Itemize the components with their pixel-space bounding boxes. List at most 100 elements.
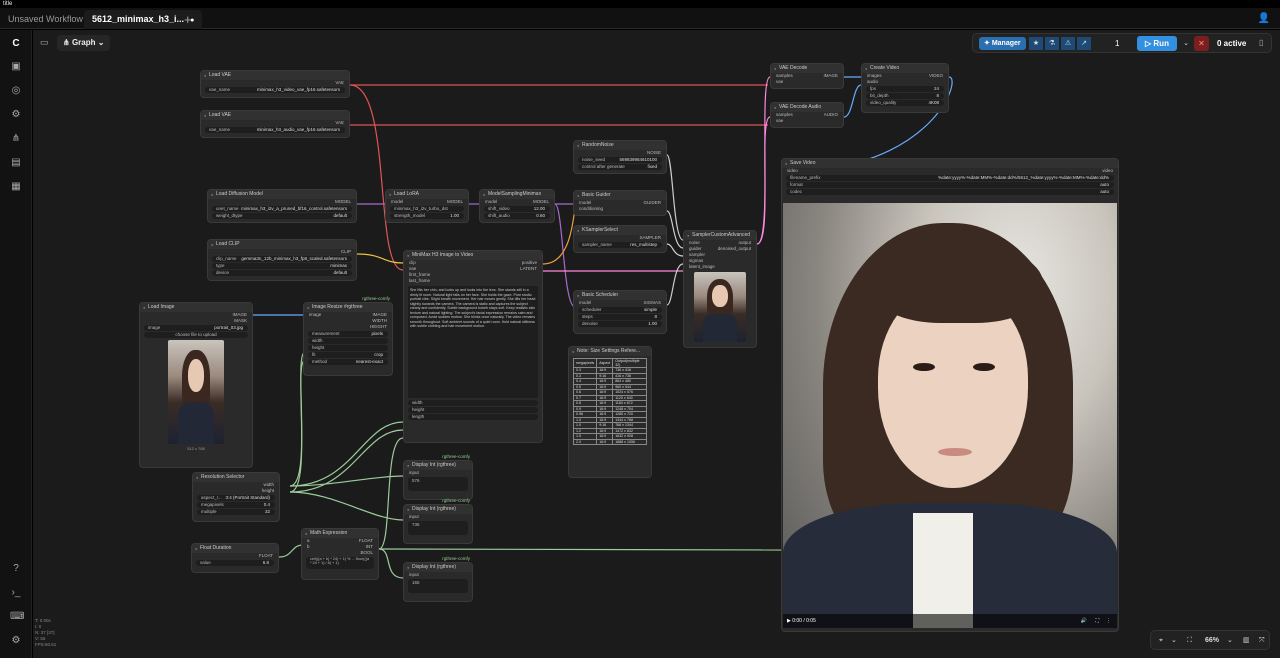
node-vae-decode[interactable]: VAE Decode samplesIMAGE vae	[770, 63, 844, 89]
lora-name-widget[interactable]: minimax_h3_i2v_turbo_dst	[390, 206, 464, 212]
node-ksampler-select[interactable]: KSamplerSelect SAMPLER sampler_name res_m…	[573, 225, 667, 253]
workflows-icon[interactable]: ⋔	[10, 133, 22, 145]
select-mode-icon[interactable]: ⌖	[1159, 631, 1163, 651]
comfy-logo-icon[interactable]: C	[10, 38, 22, 50]
node-math-expression[interactable]: Math Expression aFLOAT bINT BOOL ceil(((…	[301, 528, 379, 580]
model-library-icon[interactable]: ◎	[10, 85, 22, 97]
prompt-textarea[interactable]: She lifts her chin, and looks up and loo…	[408, 286, 538, 398]
steps-widget[interactable]: steps 8	[578, 314, 662, 320]
multiple-widget[interactable]: multiple 32	[197, 509, 275, 515]
queue-icon[interactable]: ▦	[10, 181, 22, 193]
image-widget[interactable]: image portrait_03.jpg	[144, 325, 248, 331]
user-icon[interactable]: 👤	[1258, 13, 1270, 24]
method-widget[interactable]: method nearest-exact	[308, 359, 388, 365]
width-widget[interactable]: width	[408, 400, 538, 406]
fullscreen-icon[interactable]: ⛶	[1095, 614, 1099, 628]
node-load-image[interactable]: Load Image IMAGE MASK imageportrait_03.j…	[139, 302, 253, 468]
measurement-widget[interactable]: measurement pixels	[308, 331, 388, 337]
noise-seed-widget[interactable]: noise_seed 569839984610100	[578, 157, 662, 163]
help-icon[interactable]: ?	[10, 563, 22, 575]
unet-name-widget[interactable]: unet_name minimax_h3_i2v_a_pruned_bf16_co…	[212, 206, 352, 212]
node-size-settings-note[interactable]: Note: Size Settings Refere... megapixels…	[568, 346, 652, 478]
codec-widget[interactable]: codec auto	[786, 189, 1114, 195]
shift-video-widget[interactable]: shift_video 12.00	[484, 206, 550, 212]
node-library-icon[interactable]: ⚙	[10, 109, 22, 121]
clip-device-widget[interactable]: device default	[212, 270, 352, 276]
node-resolution-selector[interactable]: Resolution Selector width height aspect_…	[192, 472, 280, 522]
active-queue-count[interactable]: 0 active	[1217, 37, 1246, 50]
vae-name-widget[interactable]: vae_name minimax_h3_audio_vae_fp16.safete…	[205, 127, 345, 133]
node-float-duration[interactable]: Float Duration FLOAT value 6.8	[191, 543, 279, 573]
clip-type-widget[interactable]: type minimax	[212, 263, 352, 269]
aspect-ratio-widget[interactable]: aspect_r... 3:4 (Portrait Standard)	[197, 495, 275, 501]
zoom-level[interactable]: 66%	[1205, 631, 1219, 651]
chevron-down-icon[interactable]: ⌄	[1171, 631, 1177, 651]
node-random-noise[interactable]: RandomNoise NOISE noise_seed 569839984610…	[573, 140, 667, 174]
vae-name-widget[interactable]: vae_name minimax_h3_video_vae_fp16.safete…	[205, 87, 345, 93]
keyboard-icon[interactable]: ⌨	[10, 611, 24, 623]
flask-icon[interactable]: ⚗	[1045, 37, 1059, 50]
height-widget[interactable]: height	[308, 345, 388, 351]
node-load-diffusion-model[interactable]: Load Diffusion Model MODEL unet_namemini…	[207, 189, 357, 223]
terminal-icon[interactable]: ›_	[10, 587, 22, 599]
node-load-vae-video[interactable]: Load VAE VAE vae_name minimax_h3_video_va…	[200, 70, 350, 98]
fit-widget[interactable]: fit crop	[308, 352, 388, 358]
chevron-down-icon[interactable]: ⌄	[1227, 631, 1233, 651]
link-visibility-icon[interactable]: ⤧	[1259, 631, 1265, 651]
right-panel-icon[interactable]: ▯	[1259, 38, 1263, 47]
node-basic-guider[interactable]: Basic Guider modelGUIDER conditioning	[573, 190, 667, 216]
fps-widget[interactable]: fps 24	[866, 86, 944, 92]
megapixels-widget[interactable]: megapixels 0.4	[197, 502, 275, 508]
node-image-resize[interactable]: rgthree-comfy Image Resize #rgthree imag…	[303, 296, 393, 376]
node-display-int-width[interactable]: rgthree-comfy Display Int (rgthree) inpu…	[403, 454, 473, 500]
graph-canvas[interactable]: ▭ ⋔ Graph ⌄ ✦ Manager ★ ⚗ ⚠ ↗ 1 ▷ Run ⌄ …	[33, 30, 1280, 658]
stop-button[interactable]: ✕	[1194, 36, 1209, 51]
value-widget[interactable]: value 6.8	[196, 560, 274, 566]
volume-icon[interactable]: 🔊	[1081, 614, 1087, 628]
denoise-widget[interactable]: denoise 1.00	[578, 321, 662, 327]
share-icon[interactable]: ↗	[1077, 37, 1091, 50]
templates-icon[interactable]: ▤	[10, 157, 22, 169]
node-display-int-height[interactable]: rgthree-comfy Display Int (rgthree) inpu…	[403, 498, 473, 544]
weight-dtype-widget[interactable]: weight_dtype default	[212, 213, 352, 219]
bit-depth-widget[interactable]: bit_depth 8	[866, 93, 944, 99]
minimap-icon[interactable]: ▥	[1243, 631, 1250, 651]
more-options-icon[interactable]: ⋮	[1106, 614, 1111, 628]
node-display-int-length[interactable]: rgthree-comfy Display Int (rgthree) inpu…	[403, 556, 473, 602]
node-vae-decode-audio[interactable]: VAE Decode Audio samplesAUDIO vae	[770, 102, 844, 128]
node-basic-scheduler[interactable]: Basic Scheduler model SIGMAS scheduler sim…	[573, 290, 667, 334]
upload-button[interactable]: choose file to upload	[144, 332, 248, 338]
video-quality-widget[interactable]: video_quality 4K08	[866, 100, 944, 106]
node-load-clip[interactable]: Load CLIP CLIP clip_name gemma3n_12b_mini…	[207, 239, 357, 281]
scheduler-widget[interactable]: scheduler simple	[578, 307, 662, 313]
shift-audio-widget[interactable]: shift_audio 0.60	[484, 213, 550, 219]
new-tab-icon[interactable]: +	[184, 12, 192, 27]
fit-view-icon[interactable]: ⛶	[1187, 631, 1192, 651]
panel-toggle-icon[interactable]: ▭	[40, 37, 49, 48]
filename-prefix-widget[interactable]: filename_prefix %date:yyyy%-%date:MM%-%da…	[786, 175, 1114, 181]
run-button[interactable]: ▷ Run	[1137, 36, 1177, 51]
clip-name-widget[interactable]: clip_name gemma3n_12b_minimax_h3_fp8_scal…	[212, 256, 352, 262]
settings-gear-icon[interactable]: ⚙	[10, 635, 22, 647]
length-widget[interactable]: length	[408, 414, 538, 420]
height-widget[interactable]: height	[408, 407, 538, 413]
format-widget[interactable]: format auto	[786, 182, 1114, 188]
image-library-icon[interactable]: ▣	[10, 61, 22, 73]
node-load-vae-audio[interactable]: Load VAE VAE vae_name minimax_h3_audio_va…	[200, 110, 350, 138]
node-load-lora[interactable]: Load LoRA model MODEL minimax_h3_i2v_turb…	[385, 189, 469, 223]
run-options-chevron-icon[interactable]: ⌄	[1179, 37, 1193, 50]
star-icon[interactable]: ★	[1029, 37, 1043, 50]
width-widget[interactable]: width	[308, 338, 388, 344]
control-after-generate-widget[interactable]: control after generate fixed	[578, 164, 662, 170]
manager-button[interactable]: ✦ Manager	[979, 37, 1026, 50]
expression-textarea[interactable]: ceil(((a + b) * 24) + 1) % ... floor(((a…	[306, 557, 374, 569]
sampler-name-widget[interactable]: sampler_name res_multistep	[578, 242, 662, 248]
node-sampler-custom-advanced[interactable]: SamplerCustomAdvanced noiseoutput guider…	[683, 230, 757, 348]
flask-alert-icon[interactable]: ⚠	[1061, 37, 1075, 50]
node-image-to-video[interactable]: MiniMax H3 Image to Video clippositive v…	[403, 250, 543, 443]
graph-mode-button[interactable]: ⋔ Graph ⌄	[57, 35, 111, 51]
queue-count[interactable]: 1	[1115, 37, 1119, 50]
strength-model-widget[interactable]: strength_model 1.00	[390, 213, 464, 219]
video-preview[interactable]: ▶ 0:00 / 0:05 🔊 ⛶ ⋮	[783, 203, 1117, 628]
node-create-video[interactable]: Create Video imagesVIDEO audio fps24 bit…	[861, 63, 949, 113]
